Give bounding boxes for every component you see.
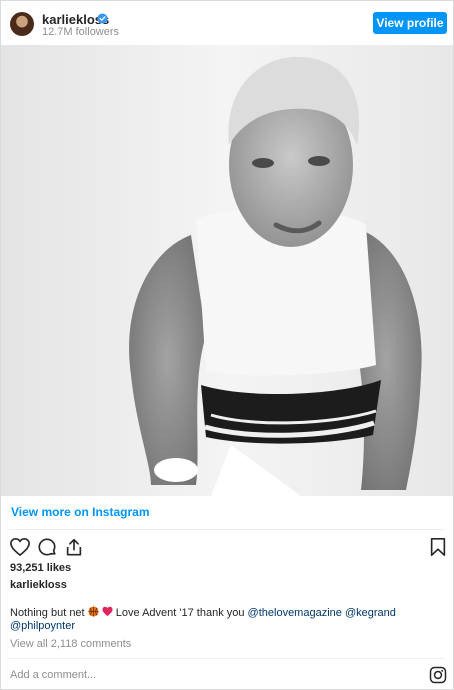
bookmark-icon[interactable] xyxy=(427,537,449,557)
post-author[interactable]: karliekloss xyxy=(10,579,67,591)
divider xyxy=(9,529,445,530)
action-bar xyxy=(1,537,453,559)
add-comment-input[interactable]: Add a comment... xyxy=(10,669,96,681)
instagram-embed-card: karliekloss 12.7M followers View profile xyxy=(0,0,454,690)
heart-emoji-icon xyxy=(102,606,113,617)
post-header: karliekloss 12.7M followers View profile xyxy=(1,1,453,45)
view-more-on-instagram-link[interactable]: View more on Instagram xyxy=(11,505,150,519)
mention-link[interactable]: @thelovemagazine xyxy=(248,607,342,619)
view-profile-button[interactable]: View profile xyxy=(373,12,447,34)
like-count[interactable]: 93,251 likes xyxy=(10,562,71,574)
post-caption: Nothing but net Love Advent '17 thank yo… xyxy=(10,606,440,633)
avatar[interactable] xyxy=(10,12,34,36)
caption-text: Nothing but net xyxy=(10,607,88,619)
mention-link[interactable]: @kegrand xyxy=(345,607,396,619)
follower-count: 12.7M followers xyxy=(42,26,120,38)
post-photo xyxy=(1,45,453,496)
instagram-logo-icon[interactable] xyxy=(429,666,447,684)
view-all-comments-link[interactable]: View all 2,118 comments xyxy=(10,638,131,650)
comment-icon[interactable] xyxy=(36,537,58,557)
share-icon[interactable] xyxy=(63,537,85,557)
mention-link[interactable]: @philpoynter xyxy=(10,620,75,632)
heart-icon[interactable] xyxy=(9,537,31,557)
post-image[interactable] xyxy=(1,45,453,496)
basketball-emoji-icon xyxy=(88,606,99,617)
caption-text-continued: Love Advent '17 thank you xyxy=(112,607,248,619)
verified-badge-icon xyxy=(97,13,108,24)
divider xyxy=(9,658,445,659)
